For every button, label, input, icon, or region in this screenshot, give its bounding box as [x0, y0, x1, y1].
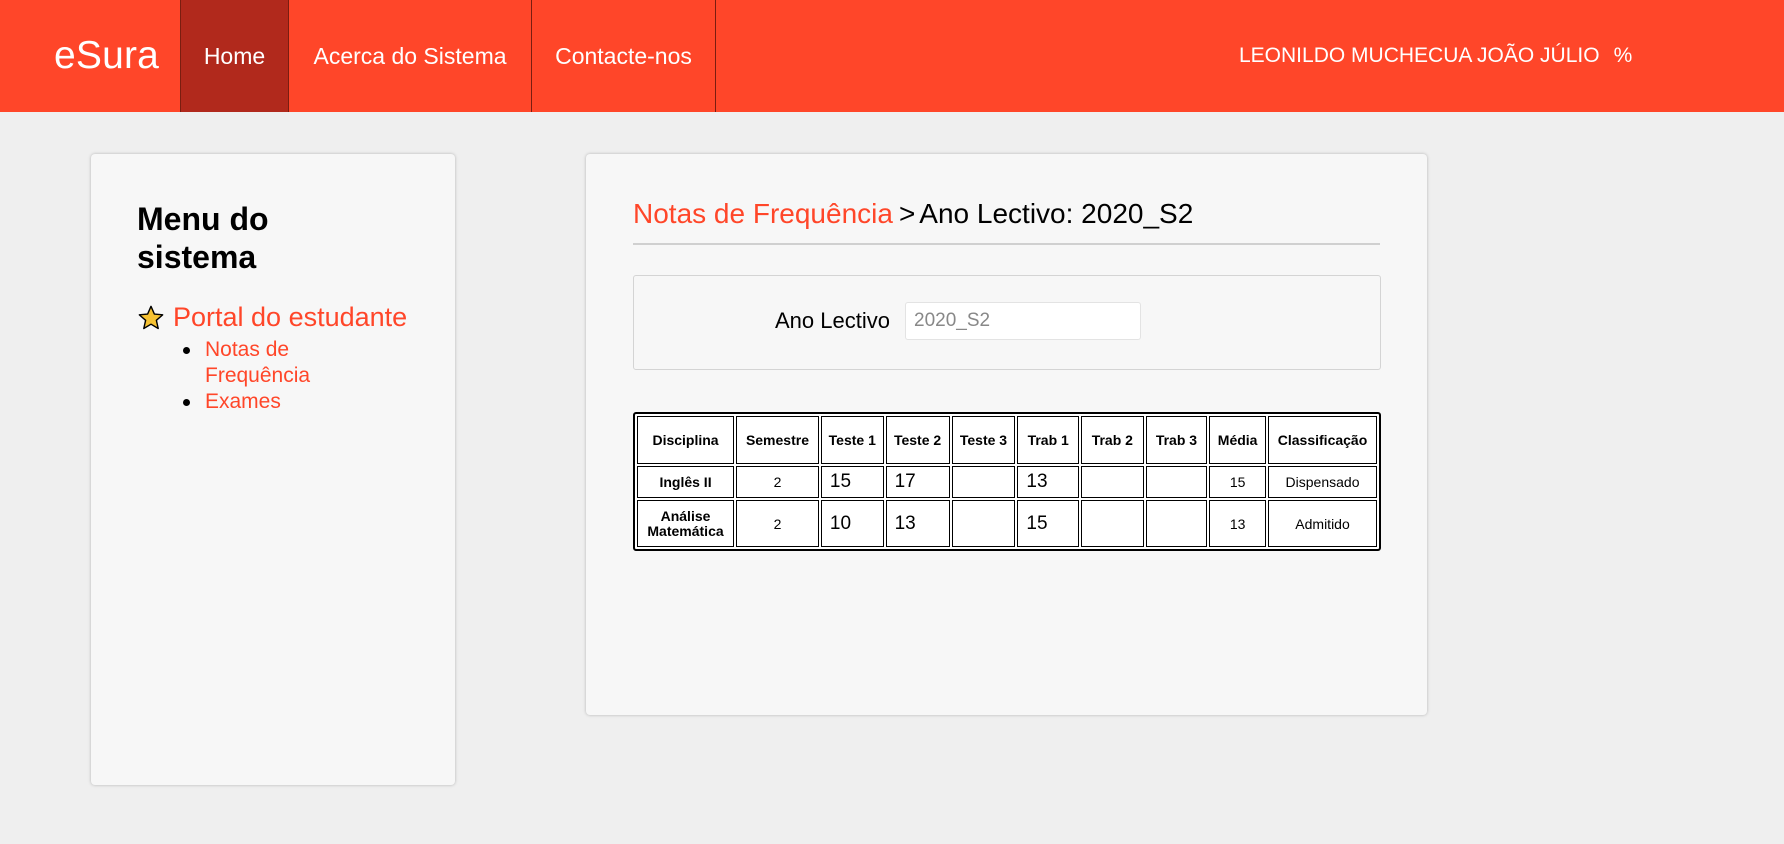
ano-lectivo-label: Ano Lectivo — [775, 308, 890, 333]
cell-trab-1: 15 — [1017, 500, 1079, 547]
user-menu[interactable]: LEONILDO MUCHECUA JOÃO JÚLIO % — [1239, 0, 1632, 112]
user-name[interactable]: LEONILDO MUCHECUA JOÃO JÚLIO — [1239, 44, 1600, 68]
nav-about-system[interactable]: Acerca do Sistema — [288, 0, 531, 112]
col-trab-1: Trab 1 — [1017, 416, 1079, 464]
nav-contact[interactable]: Contacte-nos — [531, 0, 716, 112]
cell-teste-2: 13 — [885, 500, 950, 547]
col-trab-3: Trab 3 — [1145, 416, 1208, 464]
cell-teste-3 — [951, 466, 1016, 498]
breadcrumb-current: Ano Lectivo: 2020_S2 — [919, 198, 1194, 229]
col-trab-2: Trab 2 — [1080, 416, 1144, 464]
main-nav: Home Acerca do Sistema Contacte-nos — [180, 0, 716, 112]
portal-submenu: Notas de Frequência Exames — [183, 337, 333, 415]
cell-teste-2: 17 — [885, 466, 950, 498]
col-classificacao: Classificação — [1268, 416, 1377, 464]
star-icon — [138, 305, 164, 329]
cell-classificacao: Admitido — [1268, 500, 1377, 547]
cell-media: 13 — [1209, 500, 1267, 547]
cell-classificacao: Dispensado — [1268, 466, 1377, 498]
cell-teste-1: 15 — [820, 466, 884, 498]
table-row: Análise Matemática 2 10 13 15 13 Admitid… — [637, 500, 1377, 547]
cell-trab-1: 13 — [1017, 466, 1079, 498]
user-suffix: % — [1613, 44, 1633, 67]
cell-teste-3 — [951, 500, 1016, 547]
cell-semestre: 2 — [736, 466, 819, 498]
table-row: Inglês II 2 15 17 13 15 Dispensado — [637, 466, 1377, 498]
col-teste-2: Teste 2 — [885, 416, 950, 464]
cell-semestre: 2 — [736, 500, 819, 547]
sidebar-title: Menu do sistema — [137, 201, 269, 275]
breadcrumb-link[interactable]: Notas de Frequência — [633, 198, 893, 229]
list-item: Notas de Frequência — [183, 337, 333, 389]
sidebar: Menu do sistema Portal do estudante Nota… — [91, 154, 455, 785]
col-media: Média — [1209, 416, 1267, 464]
list-item: Exames — [183, 389, 333, 415]
col-teste-3: Teste 3 — [951, 416, 1016, 464]
cell-teste-1: 10 — [820, 500, 884, 547]
col-disciplina: Disciplina — [637, 416, 735, 464]
grades-table: Disciplina Semestre Teste 1 Teste 2 Test… — [633, 412, 1381, 551]
table-header-row: Disciplina Semestre Teste 1 Teste 2 Test… — [637, 416, 1377, 464]
cell-disciplina: Inglês II — [637, 466, 735, 498]
cell-trab-3 — [1145, 466, 1208, 498]
ano-lectivo-input[interactable] — [905, 302, 1141, 340]
col-semestre: Semestre — [736, 416, 819, 464]
top-navbar: eSura Home Acerca do Sistema Contacte-no… — [0, 0, 1784, 112]
notas-frequencia-link[interactable]: Notas de Frequência — [205, 338, 310, 387]
cell-media: 15 — [1209, 466, 1267, 498]
cell-trab-2 — [1080, 466, 1144, 498]
cell-trab-3 — [1145, 500, 1208, 547]
brand-logo[interactable]: eSura — [0, 0, 180, 112]
breadcrumb: Notas de Frequência > Ano Lectivo: 2020_S2 — [633, 198, 1380, 245]
breadcrumb-separator: > — [898, 198, 916, 229]
cell-disciplina: Análise Matemática — [637, 500, 735, 547]
portal-estudante-link[interactable]: Portal do estudante — [173, 302, 407, 333]
cell-trab-2 — [1080, 500, 1144, 547]
filter-box: Ano Lectivo — [633, 275, 1381, 370]
main-panel: Notas de Frequência > Ano Lectivo: 2020_S2… — [586, 154, 1427, 715]
nav-home[interactable]: Home — [180, 0, 288, 112]
portal-section: Portal do estudante — [137, 302, 407, 333]
exames-link[interactable]: Exames — [205, 390, 281, 413]
col-teste-1: Teste 1 — [820, 416, 884, 464]
